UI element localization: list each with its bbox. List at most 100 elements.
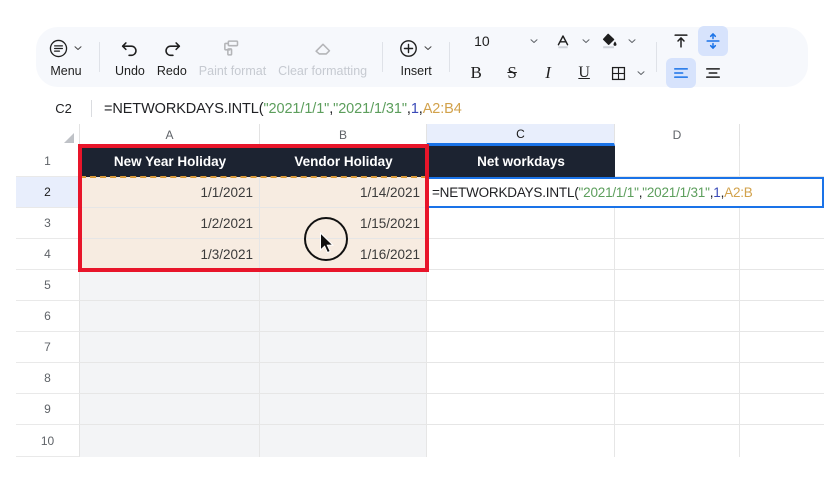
cell-a7[interactable] (80, 332, 260, 363)
cell-e3[interactable] (740, 208, 824, 239)
cell-b7[interactable] (260, 332, 427, 363)
name-box[interactable]: C2 (36, 101, 91, 116)
cell-c8[interactable] (427, 363, 615, 394)
formula-arg3: 1 (410, 100, 419, 117)
chevron-down-icon[interactable] (528, 35, 540, 47)
clear-formatting-button[interactable]: Clear formatting (272, 30, 373, 84)
cell-d6[interactable] (615, 301, 740, 332)
cell-d5[interactable] (615, 270, 740, 301)
undo-icon-wrap (119, 35, 141, 61)
cell-e10[interactable] (740, 425, 824, 457)
cell-d8[interactable] (615, 363, 740, 394)
spreadsheet-grid[interactable]: A B C D 1 2 3 4 5 6 7 8 9 10 New Year Ho… (16, 124, 824, 460)
chevron-down-icon[interactable] (72, 42, 84, 54)
chevron-down-icon[interactable] (422, 42, 434, 54)
row-header-1[interactable]: 1 (16, 146, 80, 177)
row-header-2[interactable]: 2 (16, 177, 80, 208)
cell-e4[interactable] (740, 239, 824, 270)
cell-a10[interactable] (80, 425, 260, 457)
cell-c9[interactable] (427, 394, 615, 425)
row-header-6[interactable]: 6 (16, 301, 80, 332)
cell-b10[interactable] (260, 425, 427, 457)
cell-e1[interactable] (740, 146, 824, 177)
column-header-d[interactable]: D (615, 124, 740, 146)
strikethrough-button[interactable]: S (495, 58, 529, 88)
chevron-down-icon[interactable] (626, 35, 638, 47)
cell-b4[interactable]: 1/16/2021 (260, 239, 427, 270)
cell-d7[interactable] (615, 332, 740, 363)
bold-button[interactable]: B (459, 58, 493, 88)
cell-d3[interactable] (615, 208, 740, 239)
italic-button[interactable]: I (531, 58, 565, 88)
font-size-selector[interactable]: 10 (468, 27, 546, 55)
undo-button[interactable]: Undo (109, 30, 151, 84)
cell-d4[interactable] (615, 239, 740, 270)
borders-button[interactable] (603, 58, 633, 88)
paint-format-button[interactable]: Paint format (193, 30, 272, 84)
align-middle-button[interactable] (698, 26, 729, 56)
cell-e8[interactable] (740, 363, 824, 394)
insert-button[interactable]: Insert (392, 30, 440, 84)
toolbar-divider-2 (382, 42, 384, 72)
fill-color-button[interactable] (594, 26, 624, 56)
underline-button[interactable]: U (567, 58, 601, 88)
align-left-button[interactable] (666, 58, 697, 88)
redo-button[interactable]: Redo (151, 30, 193, 84)
cell-c3[interactable] (427, 208, 615, 239)
select-all-corner[interactable] (16, 124, 80, 146)
formula-input[interactable]: =NETWORKDAYS.INTL("2021/1/1","2021/1/31"… (92, 101, 462, 117)
cell-b1[interactable]: Vendor Holiday (260, 146, 427, 177)
chevron-down-icon[interactable] (635, 67, 647, 79)
align-top-button[interactable] (666, 26, 696, 56)
cell-b3[interactable]: 1/15/2021 (260, 208, 427, 239)
cell-e9[interactable] (740, 394, 824, 425)
column-header-a[interactable]: A (80, 124, 260, 146)
row-header-9[interactable]: 9 (16, 394, 80, 425)
column-header-e[interactable] (740, 124, 824, 146)
paint-roller-icon (224, 40, 239, 56)
formula-arg2: "2021/1/31" (333, 100, 407, 117)
cell-a8[interactable] (80, 363, 260, 394)
cell-a1[interactable]: New Year Holiday (80, 146, 260, 177)
align-center-button[interactable] (698, 58, 728, 88)
cell-a6[interactable] (80, 301, 260, 332)
cell-a3[interactable]: 1/2/2021 (80, 208, 260, 239)
row-header-10[interactable]: 10 (16, 425, 80, 457)
cell-c7[interactable] (427, 332, 615, 363)
cell-c4[interactable] (427, 239, 615, 270)
cell-a5[interactable] (80, 270, 260, 301)
column-header-b[interactable]: B (260, 124, 427, 146)
cell-a2[interactable]: 1/1/2021 (80, 177, 260, 208)
column-header-c[interactable]: C (427, 124, 615, 146)
cell-b5[interactable] (260, 270, 427, 301)
row-header-4[interactable]: 4 (16, 239, 80, 270)
cell-b8[interactable] (260, 363, 427, 394)
cell-b9[interactable] (260, 394, 427, 425)
cell-c6[interactable] (427, 301, 615, 332)
cell-c2[interactable]: =NETWORKDAYS.INTL("2021/1/1", "2021/1/31"… (427, 177, 824, 208)
cell-b6[interactable] (260, 301, 427, 332)
cell-d1[interactable] (615, 146, 740, 177)
cell-b2[interactable]: 1/14/2021 (260, 177, 427, 208)
cell-e6[interactable] (740, 301, 824, 332)
chevron-down-icon[interactable] (580, 35, 592, 47)
cell-a9[interactable] (80, 394, 260, 425)
cell-c1[interactable]: Net workdays (427, 146, 615, 177)
cell-c5[interactable] (427, 270, 615, 301)
cell-d9[interactable] (615, 394, 740, 425)
menu-button[interactable]: Menu (42, 30, 90, 84)
row-header-8[interactable]: 8 (16, 363, 80, 394)
row-header-3[interactable]: 3 (16, 208, 80, 239)
text-color-button[interactable] (548, 26, 578, 56)
row-header-5[interactable]: 5 (16, 270, 80, 301)
toolbar-group-align (660, 26, 734, 88)
cell-e5[interactable] (740, 270, 824, 301)
row-header-7[interactable]: 7 (16, 332, 80, 363)
fill-bucket-icon (603, 33, 617, 49)
cell-d10[interactable] (615, 425, 740, 457)
italic-label: I (545, 63, 551, 82)
cell-e7[interactable] (740, 332, 824, 363)
cell-c10[interactable] (427, 425, 615, 457)
cell-a4[interactable]: 1/3/2021 (80, 239, 260, 270)
cell-c2-arg1: "2021/1/1" (578, 184, 639, 200)
